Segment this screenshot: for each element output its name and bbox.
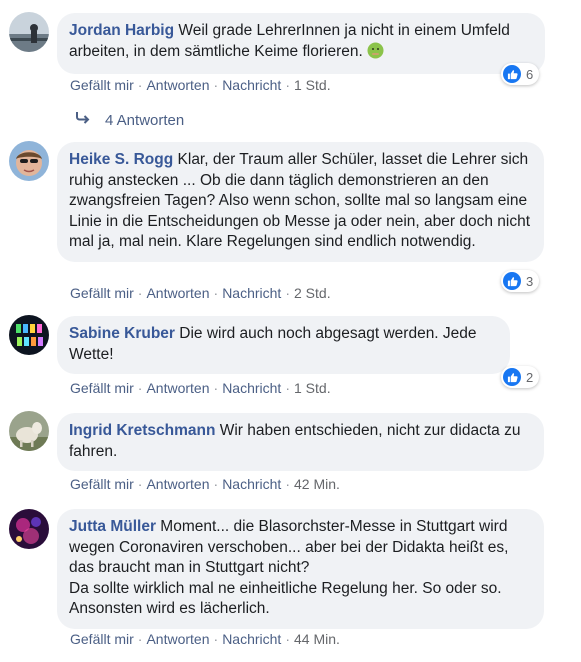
avatar[interactable] <box>9 315 49 355</box>
replies-count-label: 4 Antworten <box>105 111 185 129</box>
reply-button[interactable]: Antworten <box>146 631 209 647</box>
comment-actions: Gefällt mir · Antworten · Nachricht · 42 Min. <box>70 476 340 492</box>
like-button[interactable]: Gefällt mir <box>70 380 134 396</box>
comment-author[interactable]: Heike S. Rogg <box>69 151 173 168</box>
reaction-count: 6 <box>526 66 534 82</box>
like-button[interactable]: Gefällt mir <box>70 77 134 93</box>
message-button[interactable]: Nachricht <box>222 476 281 492</box>
comment-actions: Gefällt mir · Antworten · Nachricht · 1 Std. <box>70 380 331 396</box>
comment-author[interactable]: Ingrid Kretschmann <box>69 422 215 439</box>
message-button[interactable]: Nachricht <box>222 380 281 396</box>
comment-author[interactable]: Jutta Müller <box>69 518 156 535</box>
reply-button[interactable]: Antworten <box>146 77 209 93</box>
comment-actions: Gefällt mir · Antworten · Nachricht · 1 Std. <box>70 77 331 93</box>
comment-bubble: Ingrid Kretschmann Wir haben entschieden… <box>57 413 544 471</box>
avatar[interactable] <box>9 509 49 549</box>
reaction-count: 2 <box>526 369 534 385</box>
comment-timestamp[interactable]: 44 Min. <box>294 631 340 647</box>
comment-bubble: Heike S. Rogg Klar, der Traum aller Schü… <box>57 142 544 262</box>
view-replies-link[interactable]: 4 Antworten <box>75 111 184 129</box>
comment-actions: Gefällt mir · Antworten · Nachricht · 2 Std. <box>70 285 331 301</box>
reply-button[interactable]: Antworten <box>146 380 209 396</box>
comment-bubble: Sabine Kruber Die wird auch noch abgesag… <box>57 316 510 374</box>
nauseated-face-emoji-icon <box>367 42 384 66</box>
avatar[interactable] <box>9 141 49 181</box>
reaction-count-badge[interactable]: 6 <box>501 63 540 85</box>
avatar[interactable] <box>9 12 49 52</box>
message-button[interactable]: Nachricht <box>222 631 281 647</box>
comment-timestamp[interactable]: 2 Std. <box>294 285 331 301</box>
like-button[interactable]: Gefällt mir <box>70 476 134 492</box>
comment-author[interactable]: Sabine Kruber <box>69 325 175 342</box>
avatar[interactable] <box>9 411 49 451</box>
comment-timestamp[interactable]: 1 Std. <box>294 380 331 396</box>
thumbs-up-icon <box>503 272 521 290</box>
comment-timestamp[interactable]: 42 Min. <box>294 476 340 492</box>
reply-arrow-icon <box>75 111 91 129</box>
reaction-count-badge[interactable]: 2 <box>501 366 540 388</box>
reaction-count-badge[interactable]: 3 <box>501 270 540 292</box>
comment-author[interactable]: Jordan Harbig <box>69 22 174 39</box>
like-button[interactable]: Gefällt mir <box>70 631 134 647</box>
thumbs-up-icon <box>503 368 521 386</box>
thumbs-up-icon <box>503 65 521 83</box>
comment-timestamp[interactable]: 1 Std. <box>294 77 331 93</box>
comment-bubble: Jordan Harbig Weil grade LehrerInnen ja … <box>57 13 545 74</box>
reply-button[interactable]: Antworten <box>146 285 209 301</box>
like-button[interactable]: Gefällt mir <box>70 285 134 301</box>
reaction-count: 3 <box>526 273 534 289</box>
comment-bubble: Jutta Müller Moment... die Blasorchster-… <box>57 509 544 629</box>
message-button[interactable]: Nachricht <box>222 285 281 301</box>
reply-button[interactable]: Antworten <box>146 476 209 492</box>
comment-actions: Gefällt mir · Antworten · Nachricht · 44 Min. <box>70 631 340 647</box>
message-button[interactable]: Nachricht <box>222 77 281 93</box>
